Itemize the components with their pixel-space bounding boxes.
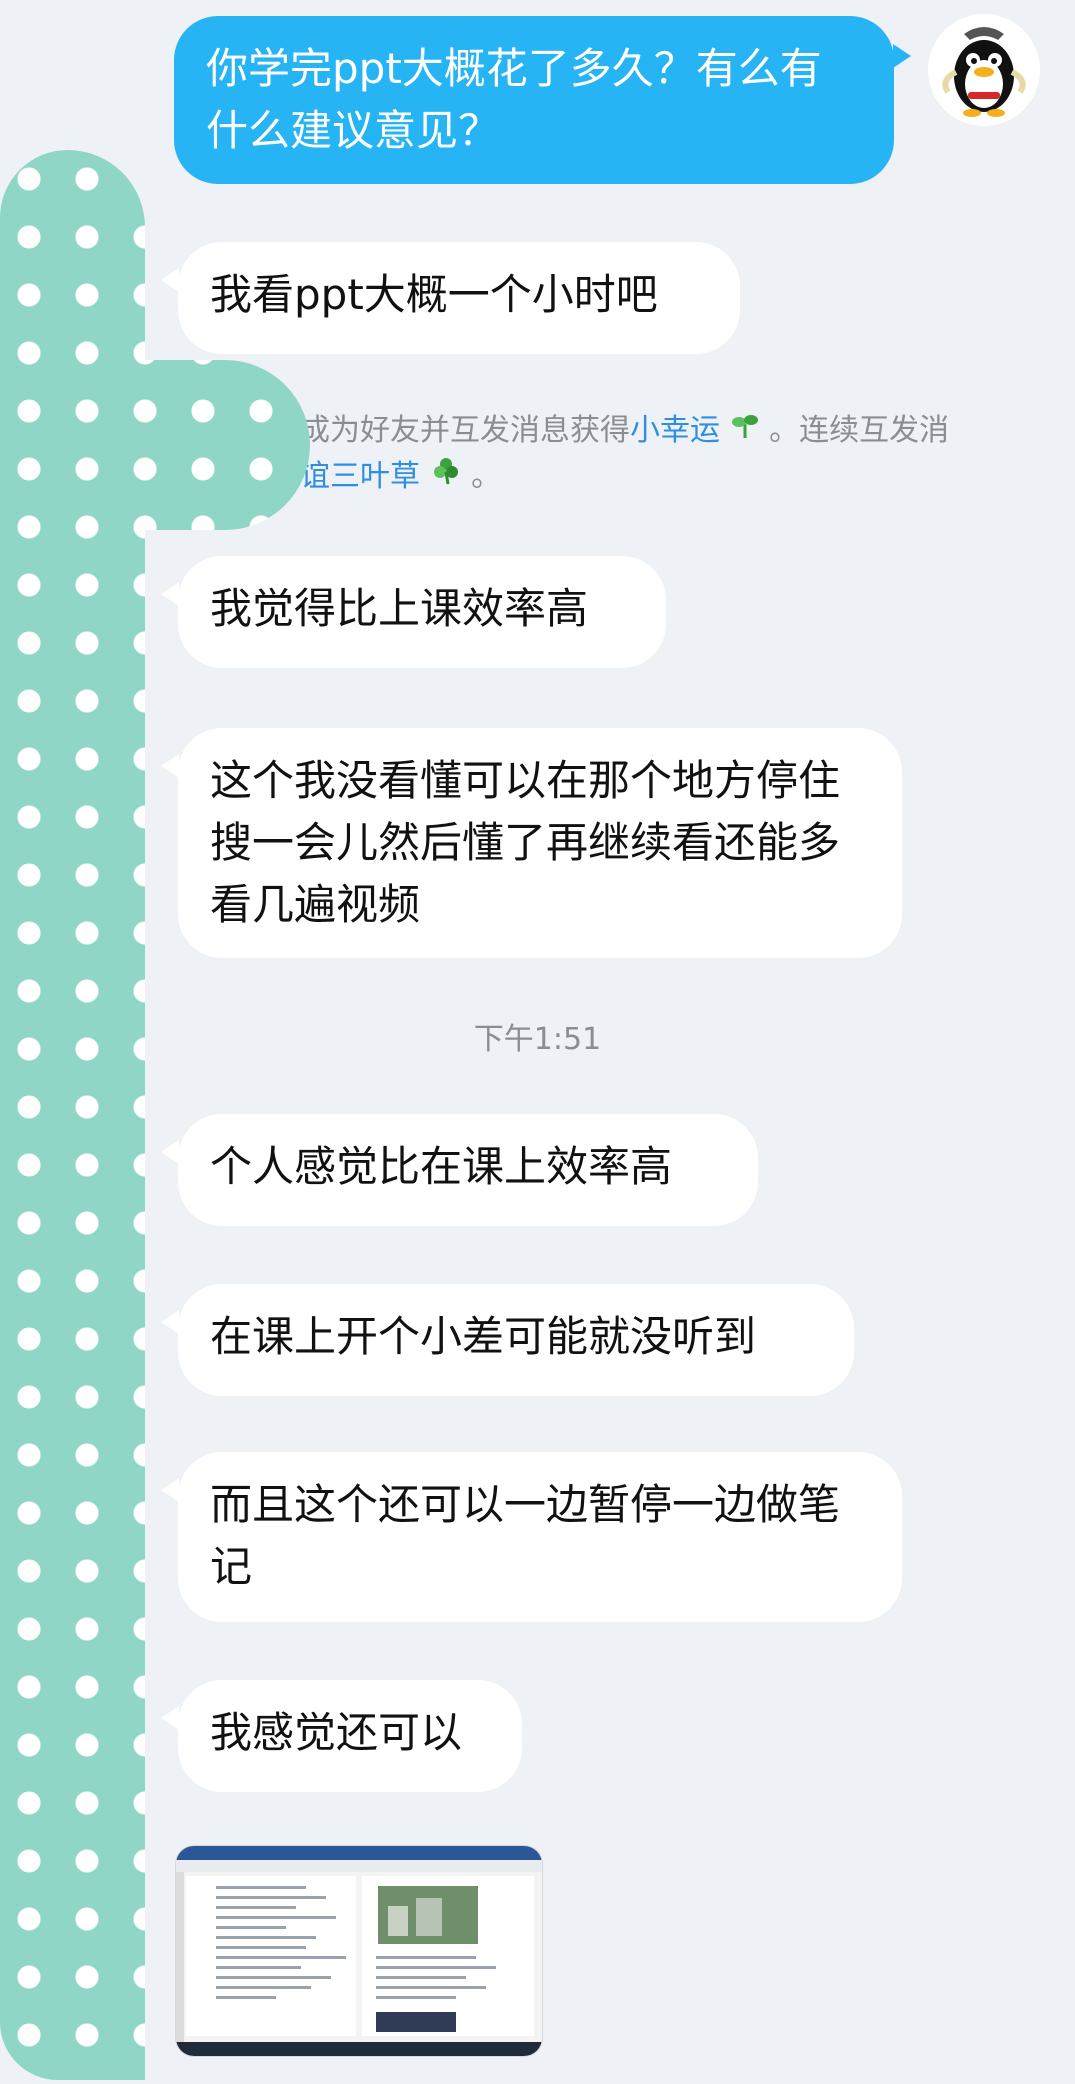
bubble-tail <box>161 1706 179 1730</box>
message-bubble-incoming[interactable]: 在课上开个小差可能就没听到 <box>178 1284 854 1396</box>
bubble-tail <box>161 268 179 292</box>
message-bubble-incoming[interactable]: 我感觉还可以 <box>178 1680 522 1792</box>
message-bubble-outgoing[interactable]: 你学完ppt大概花了多久？有么有什么建议意见？ <box>174 16 894 184</box>
notice-text: 。连续互发消 <box>769 413 950 448</box>
message-text: 个人感觉比在课上效率高 <box>210 1142 673 1191</box>
message-text: 在课上开个小差可能就没听到 <box>210 1312 757 1361</box>
message-text: 这个我没看懂可以在那个地方停住 搜一会儿然后懂了再继续看还能多看几遍视频 <box>210 756 841 929</box>
sprout-icon <box>730 413 770 448</box>
privacy-cover <box>0 360 310 530</box>
message-bubble-incoming[interactable]: 个人感觉比在课上效率高 <box>178 1114 758 1226</box>
message-text: 我看ppt大概一个小时吧 <box>210 270 658 319</box>
message-bubble-incoming[interactable]: 我觉得比上课效率高 <box>178 556 666 668</box>
timestamp: 下午1:51 <box>473 1022 602 1057</box>
clover-icon <box>430 458 472 494</box>
notice-link[interactable]: 小幸运 <box>630 413 720 448</box>
message-bubble-incoming[interactable]: 而且这个还可以一边暂停一边做笔记 <box>178 1452 902 1622</box>
bubble-tail <box>161 1478 179 1502</box>
avatar[interactable] <box>928 14 1040 126</box>
notice-text: 。 <box>471 459 502 494</box>
message-text: 我觉得比上课效率高 <box>210 584 589 633</box>
message-bubble-incoming[interactable]: 我看ppt大概一个小时吧 <box>178 242 740 354</box>
document-screenshot-thumbnail <box>176 1846 542 2056</box>
bubble-tail <box>161 1310 179 1334</box>
bubble-tail <box>893 44 911 68</box>
message-bubble-incoming[interactable]: 这个我没看懂可以在那个地方停住 搜一会儿然后懂了再继续看还能多看几遍视频 <box>178 728 902 958</box>
message-text: 而且这个还可以一边暂停一边做笔记 <box>210 1480 841 1591</box>
image-attachment[interactable] <box>176 1846 542 2056</box>
penguin-avatar-icon <box>928 14 1040 126</box>
system-notice: 成为好友并互发消息获得小幸运 。连续互发消 谊三叶草 。 <box>300 408 1000 500</box>
bubble-tail <box>161 754 179 778</box>
message-text: 我感觉还可以 <box>210 1708 463 1757</box>
bubble-tail <box>161 582 179 606</box>
notice-text: 成为好友并互发消息获得 <box>300 413 630 448</box>
notice-link[interactable]: 谊三叶草 <box>300 459 420 494</box>
bubble-tail <box>161 1140 179 1164</box>
message-text: 你学完ppt大概花了多久？有么有什么建议意见？ <box>206 44 822 155</box>
